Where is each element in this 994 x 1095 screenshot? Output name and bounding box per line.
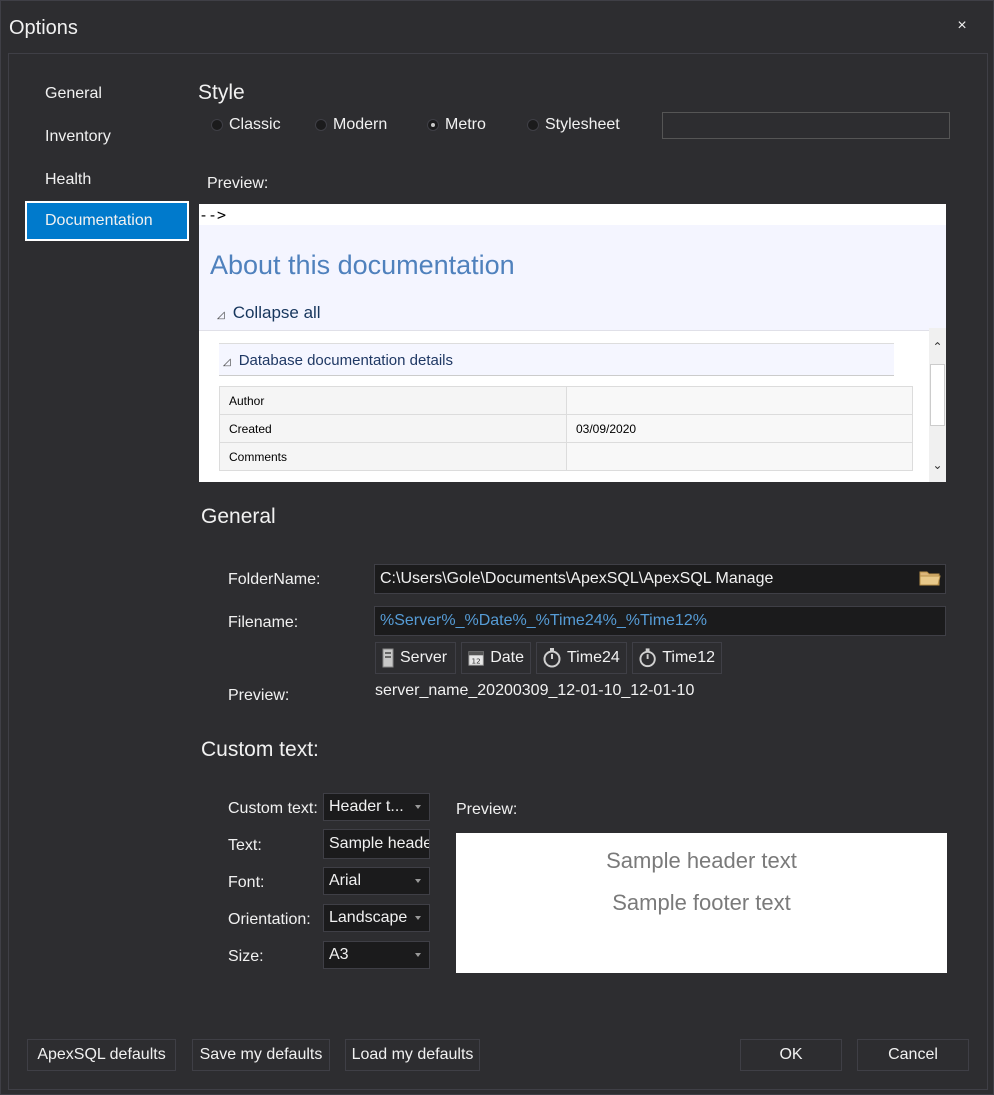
svg-text:12: 12 (472, 656, 481, 665)
doc-header: About this documentation ◿ Collapse all (199, 225, 946, 331)
preview-header-text: Sample header text (606, 848, 797, 873)
documentation-preview: --> About this documentation ◿ Collapse a… (199, 204, 946, 482)
custom-text-select-value: Header t... (329, 798, 404, 815)
custom-preview-label: Preview: (456, 801, 518, 818)
insert-time12-label: Time12 (662, 649, 715, 666)
orientation-select[interactable]: Landscape (323, 904, 430, 932)
filename-input[interactable]: %Server%_%Date%_%Time24%_%Time12% (374, 606, 946, 636)
ok-button[interactable]: OK (740, 1039, 842, 1071)
server-icon (382, 648, 394, 668)
insert-time12-button[interactable]: Time12 (632, 642, 722, 674)
radio-dot (315, 119, 327, 131)
orientation-label: Orientation: (228, 911, 311, 928)
doc-comment-text: --> (199, 206, 227, 224)
table-cell-key: Created (219, 414, 567, 443)
filename-label: Filename: (228, 614, 299, 631)
insert-time24-label: Time24 (567, 649, 620, 666)
table-cell-key: Comments (219, 442, 567, 471)
apexsql-defaults-button[interactable]: ApexSQL defaults (27, 1039, 176, 1071)
collapse-triangle-icon: ◿ (217, 310, 225, 321)
table-row: Author (219, 386, 913, 415)
doc-section-label: Database documentation details (238, 352, 454, 369)
stylesheet-path-input[interactable] (662, 112, 950, 139)
nav-item-health[interactable]: Health (25, 160, 189, 200)
window-title: Options (9, 17, 78, 39)
font-label: Font: (228, 874, 265, 891)
insert-server-label: Server (400, 649, 448, 666)
radio-label: Classic (229, 116, 281, 133)
cancel-button[interactable]: Cancel (857, 1039, 969, 1071)
options-dialog: Options × General Inventory Health Docum… (0, 0, 994, 1095)
font-select[interactable]: Arial (323, 867, 430, 895)
general-heading: General (201, 505, 276, 528)
custom-text-select[interactable]: Header t... (323, 793, 430, 821)
doc-title: About this documentation (210, 250, 515, 280)
style-heading: Style (198, 81, 245, 104)
radio-classic[interactable]: Classic (211, 116, 281, 134)
table-row: Created 03/09/2020 (219, 414, 913, 443)
close-button[interactable]: × (951, 15, 973, 37)
collapse-all-link[interactable]: ◿ Collapse all (217, 303, 321, 323)
radio-dot-checked (427, 119, 439, 131)
radio-modern[interactable]: Modern (315, 116, 387, 134)
custom-text-heading: Custom text: (201, 738, 319, 761)
table-cell-value (566, 386, 913, 415)
custom-text-preview: Sample header text Sample footer text (456, 833, 947, 973)
insert-date-label: Date (490, 649, 524, 666)
nav-item-inventory[interactable]: Inventory (25, 117, 189, 157)
filename-preview-label: Preview: (228, 687, 290, 704)
custom-text-label: Custom text: (228, 800, 318, 817)
scrollbar-thumb[interactable] (930, 364, 945, 426)
nav-item-general[interactable]: General (25, 74, 189, 114)
filename-preview-value: server_name_20200309_12-01-10_12-01-10 (375, 682, 695, 699)
radio-dot (211, 119, 223, 131)
section-triangle-icon: ◿ (223, 357, 231, 368)
folder-name-value: C:\Users\Gole\Documents\ApexSQL\ApexSQL … (380, 570, 774, 587)
doc-details-table: Author Created 03/09/2020 Comments (219, 386, 913, 471)
orientation-select-value: Landscape (329, 909, 408, 926)
save-my-defaults-button[interactable]: Save my defaults (192, 1039, 330, 1071)
size-label: Size: (228, 948, 264, 965)
title-bar: Options × (1, 1, 993, 53)
chevron-down-icon (415, 916, 421, 920)
insert-time24-button[interactable]: Time24 (536, 642, 627, 674)
table-cell-value: 03/09/2020 (566, 414, 913, 443)
chevron-down-icon (415, 953, 421, 957)
insert-server-button[interactable]: Server (375, 642, 456, 674)
stopwatch-icon (639, 648, 656, 668)
load-my-defaults-button[interactable]: Load my defaults (345, 1039, 480, 1071)
preview-label: Preview: (207, 175, 269, 192)
size-select-value: A3 (329, 946, 349, 963)
folder-name-input[interactable]: C:\Users\Gole\Documents\ApexSQL\ApexSQL … (374, 564, 946, 594)
radio-metro[interactable]: Metro (427, 116, 486, 134)
stopwatch-icon (543, 648, 561, 668)
preview-scrollbar[interactable]: ⌃ ⌄ (929, 328, 946, 482)
scroll-up-icon[interactable]: ⌃ (929, 340, 946, 357)
collapse-all-label: Collapse all (232, 303, 321, 322)
font-select-value: Arial (329, 872, 362, 889)
radio-label: Modern (333, 116, 388, 133)
table-row: Comments (219, 442, 913, 471)
table-cell-key: Author (219, 386, 567, 415)
chevron-down-icon (415, 879, 421, 883)
radio-label: Stylesheet (545, 116, 620, 133)
doc-section-header[interactable]: ◿ Database documentation details (219, 343, 894, 376)
folder-name-label: FolderName: (228, 571, 321, 588)
preview-footer-text: Sample footer text (612, 890, 791, 915)
folder-browse-icon[interactable] (919, 569, 941, 587)
size-select[interactable]: A3 (323, 941, 430, 969)
text-label: Text: (228, 837, 262, 854)
radio-dot (527, 119, 539, 131)
custom-text-input[interactable]: Sample header text (323, 829, 430, 859)
calendar-icon: 12 (468, 651, 484, 666)
chevron-down-icon (415, 805, 421, 809)
scroll-down-icon[interactable]: ⌄ (929, 458, 946, 475)
radio-stylesheet[interactable]: Stylesheet (527, 116, 620, 134)
insert-date-button[interactable]: 12 Date (461, 642, 531, 674)
table-cell-value (566, 442, 913, 471)
nav-item-documentation[interactable]: Documentation (25, 201, 189, 241)
radio-label: Metro (445, 116, 486, 133)
